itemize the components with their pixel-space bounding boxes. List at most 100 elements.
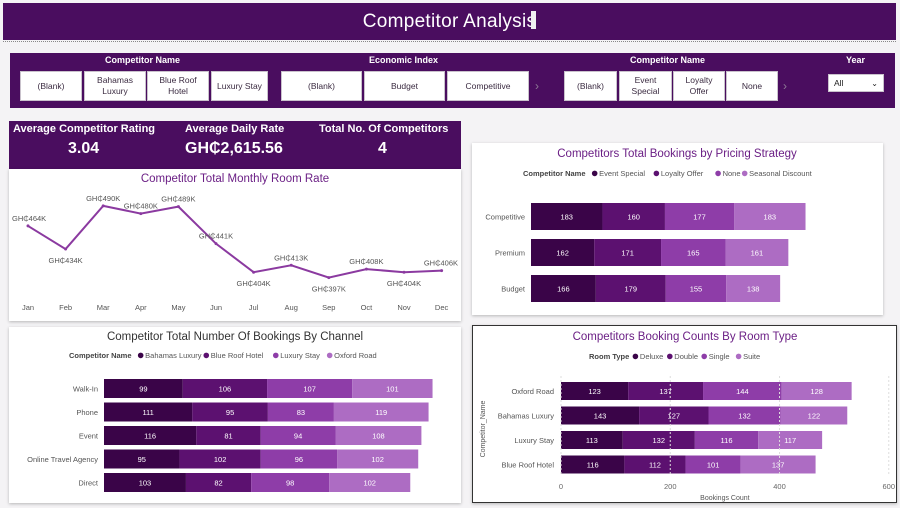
- data-point-jan[interactable]: [26, 224, 30, 228]
- bar-value-bahamas-luxury-suite: 122: [808, 412, 821, 421]
- x-tick-apr: Apr: [135, 303, 147, 312]
- year-dropdown[interactable]: All ⌄: [828, 74, 884, 92]
- slicer-option-budget[interactable]: Budget: [364, 71, 445, 101]
- header-bar: Competitor Analysis: [3, 3, 896, 40]
- legend-item-bahamas-luxury[interactable]: Bahamas Luxury: [145, 351, 202, 360]
- data-label-dec: GH₵406K: [424, 259, 458, 268]
- text-cursor-icon: [531, 11, 536, 29]
- data-point-oct[interactable]: [364, 267, 368, 271]
- slicer-option-economic-blank[interactable]: (Blank): [281, 71, 362, 101]
- slicer-option-blue-roof-hotel[interactable]: Blue Roof Hotel: [147, 71, 209, 101]
- x-tick-0: 0: [559, 482, 563, 491]
- bar-value-blue-roof-hotel-single: 101: [707, 461, 720, 470]
- bar-value-event-bahamas-luxury: 116: [144, 432, 156, 441]
- kpi-value-avg-rating: 3.04: [68, 140, 100, 157]
- legend-marker-deluxe: [632, 353, 639, 360]
- bar-value-blue-roof-hotel-double: 112: [649, 461, 661, 470]
- x-tick-may: May: [171, 303, 185, 312]
- chart-title: Competitors Booking Counts By Room Type: [573, 331, 798, 343]
- channel-card: Competitor Total Number Of Bookings By C…: [9, 327, 461, 503]
- room-type-chart: Competitors Booking Counts By Room Type R…: [480, 331, 895, 502]
- bar-value-event-blue-roof-hotel: 81: [224, 432, 232, 441]
- data-point-jul[interactable]: [252, 270, 256, 274]
- data-point-dec[interactable]: [440, 269, 444, 273]
- slicer-title-competitor-name-2: Competitor Name: [630, 55, 706, 65]
- bar-value-oxford-road-suite: 128: [810, 387, 823, 396]
- bar-value-premium-event-special: 162: [556, 249, 569, 258]
- bar-value-online-travel-agency-blue-roof-hotel: 102: [214, 455, 227, 464]
- bar-value-phone-blue-roof-hotel: 95: [226, 408, 234, 417]
- legend-item-oxford-road[interactable]: Oxford Road: [334, 351, 377, 360]
- legend-marker-blue-roof-hotel: [203, 352, 210, 359]
- bar-value-event-oxford-road: 108: [372, 432, 385, 441]
- bar-value-bahamas-luxury-deluxe: 143: [594, 412, 607, 421]
- legend-marker-luxury-stay: [272, 352, 279, 359]
- chevron-right-icon-2[interactable]: ›: [783, 79, 787, 93]
- bar-value-competitive-none: 177: [693, 213, 706, 222]
- category-label-budget: Budget: [501, 285, 526, 294]
- x-tick-nov: Nov: [397, 303, 411, 312]
- chevron-right-icon[interactable]: ›: [535, 79, 539, 93]
- data-point-nov[interactable]: [402, 270, 406, 274]
- legend-item-event-special[interactable]: Event Special: [599, 169, 645, 178]
- bar-value-online-travel-agency-luxury-stay: 96: [295, 455, 303, 464]
- data-point-jun[interactable]: [214, 242, 218, 246]
- x-tick-jun: Jun: [210, 303, 222, 312]
- slicer-option-blank[interactable]: (Blank): [20, 71, 82, 101]
- kpi-label-adr: Average Daily Rate: [185, 123, 285, 135]
- slicer-option-bahamas-luxury[interactable]: Bahamas Luxury: [84, 71, 146, 101]
- chart-title: Competitor Total Number Of Bookings By C…: [107, 331, 363, 343]
- data-point-mar[interactable]: [101, 204, 105, 208]
- bar-value-online-travel-agency-oxford-road: 102: [371, 455, 384, 464]
- bar-value-luxury-stay-suite: 117: [784, 436, 796, 445]
- legend-marker-single: [701, 353, 708, 360]
- legend-title: Room Type: [589, 352, 629, 361]
- x-tick-dec: Dec: [435, 303, 449, 312]
- data-point-sep[interactable]: [327, 276, 331, 280]
- legend-item-blue-roof-hotel[interactable]: Blue Roof Hotel: [211, 351, 264, 360]
- slicer-option-event-special[interactable]: Event Special: [619, 71, 672, 101]
- legend-item-none[interactable]: None: [723, 169, 741, 178]
- legend-item-luxury-stay[interactable]: Luxury Stay: [280, 351, 320, 360]
- x-tick-jul: Jul: [249, 303, 259, 312]
- bar-value-direct-oxford-road: 102: [363, 479, 376, 488]
- category-label-phone: Phone: [76, 408, 98, 417]
- category-label-event: Event: [79, 432, 99, 441]
- bar-value-budget-none: 155: [690, 285, 703, 294]
- chevron-down-icon: ⌄: [871, 78, 878, 88]
- x-tick-jan: Jan: [22, 303, 34, 312]
- legend-item-single[interactable]: Single: [709, 352, 730, 361]
- legend-item-suite[interactable]: Suite: [743, 352, 760, 361]
- data-point-aug[interactable]: [289, 263, 293, 267]
- legend-marker-suite: [735, 353, 742, 360]
- bar-value-walk-in-oxford-road: 101: [386, 385, 399, 394]
- legend-marker-bahamas-luxury: [137, 352, 144, 359]
- category-label-walk-in: Walk-In: [73, 385, 98, 394]
- slicer-option-loyalty-offer[interactable]: Loyalty Offer: [673, 71, 725, 101]
- slicer-option-luxury-stay[interactable]: Luxury Stay: [211, 71, 268, 101]
- data-label-aug: GH₵413K: [274, 253, 308, 262]
- legend-item-loyalty-offer[interactable]: Loyalty Offer: [661, 169, 704, 178]
- data-point-may[interactable]: [176, 205, 180, 209]
- bar-value-direct-bahamas-luxury: 103: [139, 479, 152, 488]
- slicer-option-competitive[interactable]: Competitive: [447, 71, 529, 101]
- kpi-panel: Average Competitor Rating 3.04 Average D…: [9, 121, 461, 169]
- series-line: [27, 204, 442, 279]
- legend-item-double[interactable]: Double: [674, 352, 698, 361]
- legend-marker-loyalty-offer: [653, 170, 660, 177]
- data-point-feb[interactable]: [64, 247, 68, 251]
- bar-value-direct-blue-roof-hotel: 82: [214, 479, 222, 488]
- data-point-apr[interactable]: [139, 212, 143, 216]
- bar-value-walk-in-blue-roof-hotel: 106: [219, 385, 232, 394]
- slicer-option-none[interactable]: None: [726, 71, 778, 101]
- x-tick-oct: Oct: [361, 303, 374, 312]
- slicer-option-pricing-blank[interactable]: (Blank): [564, 71, 617, 101]
- bar-value-competitive-event-special: 183: [560, 213, 573, 222]
- legend-item-deluxe[interactable]: Deluxe: [640, 352, 663, 361]
- kpi-value-adr: GH₵2,615.56: [185, 140, 283, 157]
- category-label-direct: Direct: [78, 479, 99, 488]
- chart-title: Competitor Total Monthly Room Rate: [141, 173, 329, 185]
- legend-item-seasonal-discount[interactable]: Seasonal Discount: [749, 169, 812, 178]
- data-label-apr: GH₵480K: [124, 202, 158, 211]
- divider: [3, 41, 896, 42]
